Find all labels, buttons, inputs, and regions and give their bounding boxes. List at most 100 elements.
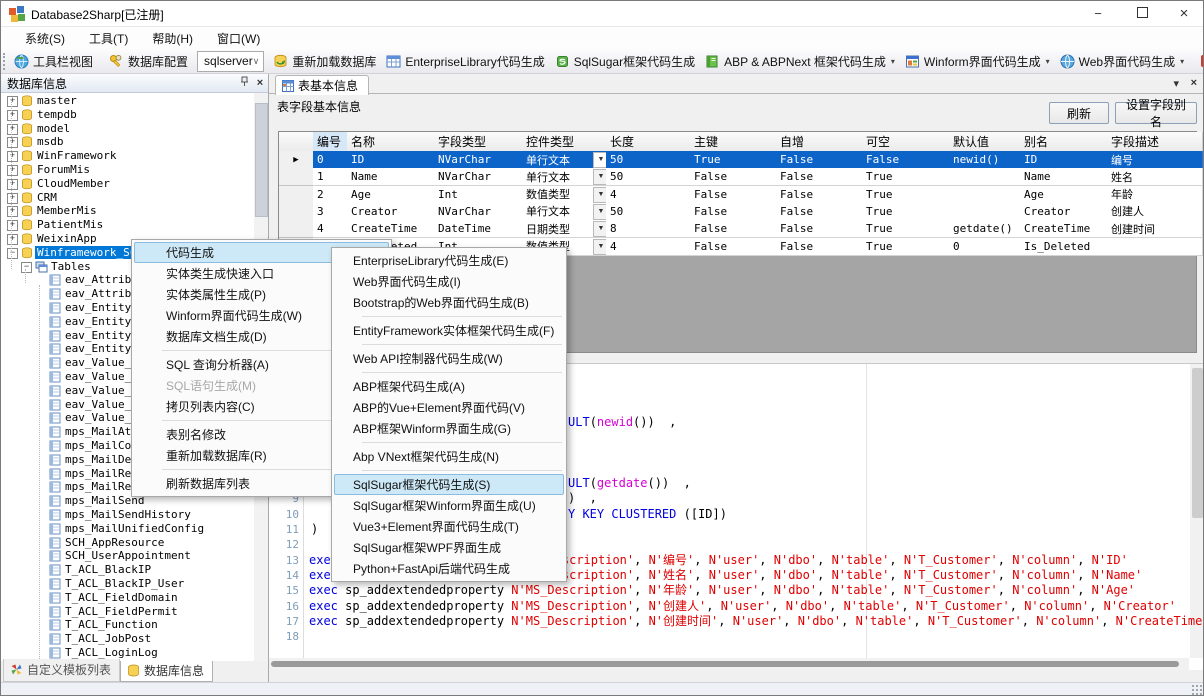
dropdown-arrow-icon[interactable]: ▾ xyxy=(1046,57,1050,66)
grid-row-header[interactable] xyxy=(279,220,314,238)
tree-item-label[interactable]: eav_Value_ xyxy=(63,411,133,424)
grid-cell[interactable]: True xyxy=(862,203,954,221)
tree-item-label[interactable]: mps_MailUnifiedConfig xyxy=(63,522,206,535)
submenu-item[interactable]: ABP的Vue+Element界面代码(V) xyxy=(334,397,564,418)
grid-cell[interactable]: False xyxy=(776,203,867,221)
tree-item-label-selected[interactable]: Winframework_Sug xyxy=(35,246,145,259)
menu-item-3[interactable]: 窗口(W) xyxy=(205,27,272,50)
grid-cell[interactable]: 单行文本▼ xyxy=(522,151,611,169)
toolbar-winform-button[interactable]: Winform界面代码生成 ▾ xyxy=(900,51,1055,72)
grid-cell[interactable]: 数值类型▼ xyxy=(522,186,611,204)
dropdown-arrow-icon[interactable]: ▾ xyxy=(1180,57,1184,66)
grid-cell[interactable]: Is_Deleted xyxy=(1020,238,1112,256)
grid-cell[interactable]: False xyxy=(690,238,781,256)
submenu-item[interactable]: Bootstrap的Web界面代码生成(B) xyxy=(334,292,564,313)
grid-cell[interactable]: False xyxy=(776,238,867,256)
db-type-select[interactable]: sqlserver ∨ xyxy=(197,51,264,72)
grid-cell[interactable]: True xyxy=(862,220,954,238)
set-field-alias-button[interactable]: 设置字段别名 xyxy=(1115,102,1197,124)
close-panel-icon[interactable]: × xyxy=(252,77,268,89)
grid-column-header[interactable]: 默认值 xyxy=(949,132,1025,152)
grid-cell[interactable]: True xyxy=(690,151,781,169)
toolbar-sqlsugar-button[interactable]: SqlSugar框架代码生成 xyxy=(550,51,700,72)
submenu-item[interactable]: EnterpriseLibrary代码生成(E) xyxy=(334,250,564,271)
grid-row-header[interactable] xyxy=(279,186,314,204)
grid-cell[interactable] xyxy=(949,186,1025,204)
tree-item-label[interactable]: mps_MailCo xyxy=(63,439,133,452)
tree-item-label[interactable]: T_ACL_JobPost xyxy=(63,632,153,645)
tab-database-info[interactable]: 数据库信息 xyxy=(120,661,213,682)
tree-item-label[interactable]: eav_Entity xyxy=(63,329,133,342)
tree-item-label[interactable]: eav_Attrib xyxy=(63,273,133,286)
tree-item-label[interactable]: MemberMis xyxy=(35,204,99,217)
expand-icon[interactable]: + xyxy=(7,124,18,135)
expand-icon[interactable]: + xyxy=(7,220,18,231)
grid-cell[interactable]: False xyxy=(776,220,867,238)
tree-item-label[interactable]: mps_MailRe xyxy=(63,467,133,480)
submenu-item[interactable]: Python+FastApi后端代码生成 xyxy=(334,558,564,579)
grid-row-header[interactable] xyxy=(279,168,314,186)
toolbar-view-button[interactable]: 工具栏视图 xyxy=(9,51,98,72)
close-button[interactable]: × xyxy=(1167,1,1201,26)
tab-close-icon[interactable]: × xyxy=(1191,77,1197,89)
grid-cell[interactable]: True xyxy=(862,168,954,186)
tab-list-dropdown-icon[interactable]: ▾ xyxy=(1173,77,1179,90)
tree-item-label[interactable]: eav_Value_ xyxy=(63,370,133,383)
grid-cell[interactable]: NVarChar xyxy=(434,151,527,169)
tree-item-label[interactable]: CRM xyxy=(35,191,59,204)
grid-column-header[interactable]: 可空 xyxy=(862,132,954,152)
tree-item-label[interactable]: eav_Value_ xyxy=(63,398,133,411)
tree-scrollbar-thumb[interactable] xyxy=(255,103,268,217)
grid-cell[interactable]: 编号 xyxy=(1107,151,1203,169)
toolbar-abp-button[interactable]: ABP & ABPNext 框架代码生成 ▾ xyxy=(700,51,900,72)
grid-cell[interactable]: False xyxy=(776,168,867,186)
grid-cell[interactable]: 姓名 xyxy=(1107,168,1203,186)
submenu-item[interactable]: EntityFramework实体框架代码生成(F) xyxy=(334,320,564,341)
grid-cell[interactable]: getdate() xyxy=(949,220,1025,238)
submenu-item[interactable]: ABP框架代码生成(A) xyxy=(334,376,564,397)
tree-item-label[interactable]: master xyxy=(35,94,79,107)
tree-item-label[interactable]: Tables xyxy=(49,260,93,273)
tree-item-label[interactable]: T_ACL_FieldPermit xyxy=(63,605,180,618)
grid-cell[interactable]: 日期类型▼ xyxy=(522,220,611,238)
tree-item-label[interactable]: WeixinApp xyxy=(35,232,99,245)
collapse-icon[interactable]: − xyxy=(21,262,32,273)
tree-item-label[interactable]: mps_MailAt xyxy=(63,425,133,438)
grid-row-header[interactable] xyxy=(279,203,314,221)
grid-cell[interactable]: Age xyxy=(1020,186,1112,204)
expand-icon[interactable]: + xyxy=(7,193,18,204)
grid-cell[interactable]: False xyxy=(690,186,781,204)
grid-cell[interactable]: NVarChar xyxy=(434,203,527,221)
expand-icon[interactable]: + xyxy=(7,151,18,162)
tree-item-label[interactable]: model xyxy=(35,122,72,135)
submenu-item[interactable]: ABP框架Winform界面生成(G) xyxy=(334,418,564,439)
grid-cell[interactable]: Creator xyxy=(347,203,439,221)
grid-cell[interactable]: ID xyxy=(1020,151,1112,169)
grid-column-header[interactable]: 名称 xyxy=(347,132,439,152)
grid-cell[interactable]: 年龄 xyxy=(1107,186,1203,204)
grid-cell[interactable]: False xyxy=(776,186,867,204)
code-vscroll-thumb[interactable] xyxy=(1192,368,1203,518)
tree-item-label[interactable]: SCH_UserAppointment xyxy=(63,549,193,562)
submenu-item[interactable]: SqlSugar框架Winform界面生成(U) xyxy=(334,495,564,516)
code-hscroll-thumb[interactable] xyxy=(271,661,1179,667)
expand-icon[interactable]: + xyxy=(7,179,18,190)
tree-item-label[interactable]: eav_Entity xyxy=(63,301,133,314)
toolbar-enterprise-button[interactable]: EnterpriseLibrary代码生成 xyxy=(381,51,549,72)
grid-cell[interactable]: False xyxy=(690,168,781,186)
grid-cell[interactable] xyxy=(949,203,1025,221)
grid-column-header[interactable]: 控件类型 xyxy=(522,132,611,152)
dropdown-arrow-icon[interactable]: ▾ xyxy=(891,57,895,66)
grid-cell[interactable]: 4 xyxy=(606,238,695,256)
submenu-item[interactable]: Web API控制器代码生成(W) xyxy=(334,348,564,369)
tree-item-label[interactable]: PatientMis xyxy=(35,218,105,231)
submenu-item[interactable]: Vue3+Element界面代码生成(T) xyxy=(334,516,564,537)
tree-item-label[interactable]: T_ACL_Function xyxy=(63,618,160,631)
grid-cell[interactable]: NVarChar xyxy=(434,168,527,186)
grid-cell[interactable]: 单行文本▼ xyxy=(522,168,611,186)
grid-column-header[interactable]: 自增 xyxy=(776,132,867,152)
grid-column-header[interactable]: 长度 xyxy=(606,132,695,152)
grid-cell[interactable]: 50 xyxy=(606,151,695,169)
grid-cell[interactable]: 50 xyxy=(606,203,695,221)
grid-cell[interactable]: ID xyxy=(347,151,439,169)
